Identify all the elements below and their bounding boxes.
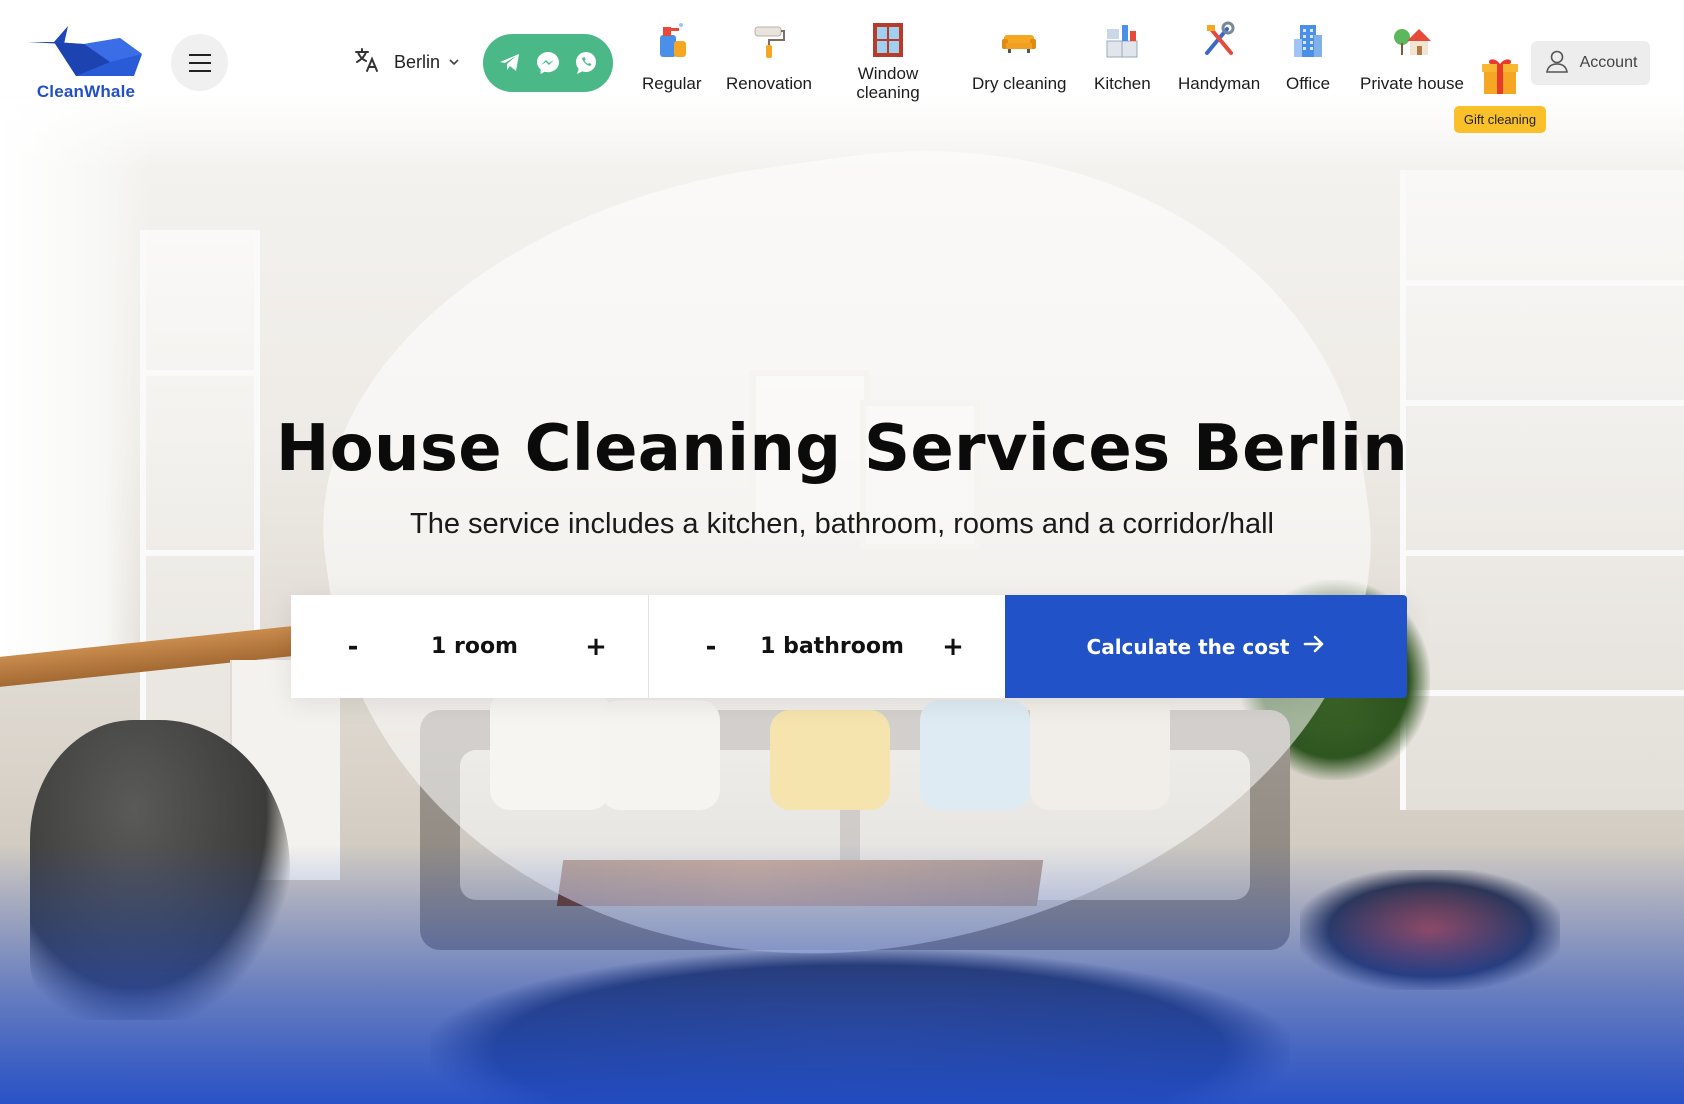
office-building-icon [1288,20,1328,60]
service-kitchen[interactable]: Kitchen [1094,20,1151,93]
house-icon [1392,20,1432,60]
hamburger-icon [188,51,211,75]
service-label: Dry cleaning [972,74,1067,93]
service-regular[interactable]: Regular [642,20,702,93]
service-dry-cleaning[interactable]: Dry cleaning [972,20,1067,93]
rooms-increment-button[interactable]: + [584,632,608,662]
translate-icon [354,47,380,77]
logo-text: CleanWhale [36,82,136,101]
telegram-icon[interactable] [495,48,525,78]
service-office[interactable]: Office [1286,20,1330,93]
chevron-down-icon [448,55,460,69]
service-label: Kitchen [1094,74,1151,93]
service-private-house[interactable]: Private house [1360,20,1464,93]
sofa-icon [999,20,1039,60]
city-selector[interactable]: Berlin [354,46,460,78]
service-window-cleaning[interactable]: Window cleaning [848,20,928,102]
user-icon [1544,48,1570,78]
bathrooms-increment-button[interactable]: + [941,632,965,662]
service-label: Regular [642,74,702,93]
messenger-links [483,34,613,92]
calculate-cost-button[interactable]: Calculate the cost [1005,595,1407,698]
account-button[interactable]: Account [1531,41,1650,85]
whale-logo-icon [28,26,142,76]
city-name: Berlin [394,51,441,72]
arrow-right-icon [1303,634,1325,659]
service-label: Handyman [1178,74,1261,93]
window-icon [868,20,908,60]
rooms-decrement-button[interactable]: - [341,632,365,662]
bathrooms-value: 1 bathroom [760,634,904,659]
service-renovation[interactable]: Renovation [726,20,812,93]
hero-subtitle: The service includes a kitchen, bathroom… [410,508,1274,540]
tools-icon [1199,20,1239,60]
whatsapp-icon[interactable] [571,48,601,78]
right-shelf [1400,170,1684,810]
service-label: Office [1286,74,1331,93]
spray-bottle-icon [652,20,692,60]
account-label: Account [1579,54,1638,71]
service-label: Renovation [726,74,813,93]
blue-gradient-overlay [0,844,1684,1104]
bathrooms-stepper: - 1 bathroom + [648,595,1005,698]
page-title: House Cleaning Services Berlin [275,412,1409,486]
calculate-cost-label: Calculate the cost [1086,634,1290,659]
service-handyman[interactable]: Handyman [1178,20,1260,93]
bathrooms-decrement-button[interactable]: - [699,632,723,662]
menu-button[interactable] [171,34,228,91]
gift-cleaning-badge: Gift cleaning [1453,106,1547,133]
service-label: Private house [1360,74,1464,93]
rooms-stepper: - 1 room + [291,595,648,698]
gift-box-icon [1480,54,1520,100]
rooms-value: 1 room [431,634,518,659]
site-header: CleanWhale Berlin Regular Renovation Win… [0,0,1684,133]
kitchen-icon [1102,20,1142,60]
messenger-icon[interactable] [533,48,563,78]
cost-calculator: - 1 room + - 1 bathroom + Calculate the … [291,595,1407,698]
cleanwhale-logo[interactable]: CleanWhale [24,24,148,102]
service-label: Window cleaning [856,64,920,102]
hero-background-photo [0,0,1684,1104]
paint-roller-icon [749,20,789,60]
window-light [0,100,150,660]
